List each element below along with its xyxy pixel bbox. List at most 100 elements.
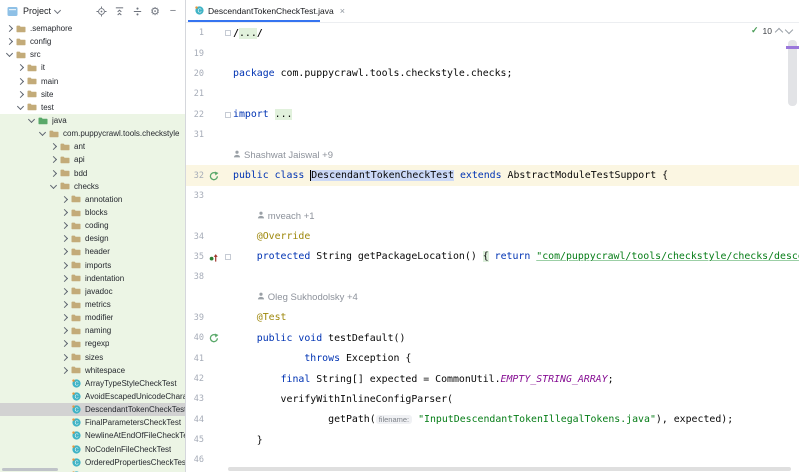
fold-marker-icon[interactable] [223,254,233,260]
code-text[interactable]: /.../ [233,28,263,39]
code-line-38[interactable]: 38 [186,267,799,287]
tree-item-header[interactable]: header [0,245,185,258]
code-vision-author-hint[interactable]: Shashwat Jaiswal +9 [186,145,799,165]
tree-chevron-right-icon[interactable] [15,79,26,84]
tree-chevron-right-icon[interactable] [59,289,70,294]
code-text[interactable]: @Override [233,231,310,242]
code-line-31[interactable]: 31 [186,125,799,145]
tree-item-blocks[interactable]: blocks [0,206,185,219]
code-text[interactable]: verifyWithInlineConfigParser( [233,394,453,405]
tree-chevron-right-icon[interactable] [59,355,70,360]
tree-item-design[interactable]: design [0,232,185,245]
tree-chevron-right-icon[interactable] [4,26,15,31]
code-line-35[interactable]: 35 protected String getPackageLocation()… [186,247,799,267]
code-text[interactable]: final String[] expected = CommonUtil.EMP… [233,374,614,385]
tree-item-sizes[interactable]: sizes [0,351,185,364]
settings-gear-icon[interactable]: ⚙ [148,4,162,18]
tree-item-naming[interactable]: naming [0,324,185,337]
tree-chevron-right-icon[interactable] [59,210,70,215]
tree-chevron-right-icon[interactable] [59,328,70,333]
tree-item-regexp[interactable]: regexp [0,337,185,350]
tree-item-ant[interactable]: ant [0,140,185,153]
project-panel-title[interactable]: Project [23,6,51,16]
tree-item-whitespace[interactable]: whitespace [0,364,185,377]
tree-chevron-right-icon[interactable] [48,171,59,176]
code-line-41[interactable]: 41 throws Exception { [186,349,799,369]
tree-chevron-right-icon[interactable] [59,197,70,202]
expand-collapse-icon[interactable] [130,4,144,18]
fold-marker-icon[interactable] [223,112,233,118]
author-hint[interactable]: Shashwat Jaiswal +9 [186,150,333,161]
code-line-32[interactable]: 32public class DescendantTokenCheckTest … [186,165,799,185]
author-hint[interactable]: Oleg Sukhodolsky +4 [186,292,358,303]
tree-item-metrics[interactable]: metrics [0,298,185,311]
error-stripe-mark[interactable] [786,46,799,49]
tree-chevron-down-icon[interactable] [4,53,15,56]
tree-chevron-down-icon[interactable] [26,119,37,122]
editor-tab[interactable]: C DescendantTokenCheckTest.java × [188,0,352,22]
code-line-34[interactable]: 34 @Override [186,226,799,246]
tree-chevron-right-icon[interactable] [59,263,70,268]
code-line-39[interactable]: 39 @Test [186,308,799,328]
inspections-widget[interactable]: ✓ 10 [751,25,792,36]
tree-item-imports[interactable]: imports [0,259,185,272]
code-text[interactable]: public class DescendantTokenCheckTest ex… [233,170,668,181]
code-vision-author-hint[interactable]: mveach +1 [186,206,799,226]
code-view[interactable]: 1/.../1920package com.puppycrawl.tools.c… [186,23,799,472]
run-test-icon[interactable] [204,333,223,343]
tree-chevron-right-icon[interactable] [48,144,59,149]
code-line-42[interactable]: 42 final String[] expected = CommonUtil.… [186,369,799,389]
code-line-45[interactable]: 45 } [186,430,799,450]
prev-problem-chevron-icon[interactable] [775,28,783,36]
code-text[interactable]: package com.puppycrawl.tools.checkstyle.… [233,68,512,79]
code-line-20[interactable]: 20package com.puppycrawl.tools.checkstyl… [186,64,799,84]
tree-chevron-right-icon[interactable] [59,315,70,320]
tree-item-NoCodeInFileCheckTest[interactable]: CNoCodeInFileCheckTest [0,443,185,456]
editor-vertical-scrollbar[interactable] [788,40,797,106]
tree-item-main[interactable]: main [0,75,185,88]
tree-item-bdd[interactable]: bdd [0,167,185,180]
tab-close-icon[interactable]: × [340,6,345,16]
tree-item-NewlineAtEndOfFileCheckTest[interactable]: CNewlineAtEndOfFileCheckTest [0,429,185,442]
tree-chevron-right-icon[interactable] [59,368,70,373]
tree-item-src[interactable]: src [0,48,185,61]
tree-item-javadoc[interactable]: javadoc [0,285,185,298]
tree-item-ArrayTypeStyleCheckTest[interactable]: CArrayTypeStyleCheckTest [0,377,185,390]
tree-item-api[interactable]: api [0,153,185,166]
tree-chevron-right-icon[interactable] [59,341,70,346]
code-line-43[interactable]: 43 verifyWithInlineConfigParser( [186,389,799,409]
tree-item-AvoidEscapedUnicodeCharactersChe[interactable]: CAvoidEscapedUnicodeCharactersChe [0,390,185,403]
tree-horizontal-scrollbar[interactable] [2,468,58,471]
tree-item-site[interactable]: site [0,88,185,101]
code-text[interactable]: } [233,435,263,446]
tree-item-java[interactable]: java [0,114,185,127]
tree-chevron-right-icon[interactable] [59,302,70,307]
tree-item-DescendantTokenCheckTest[interactable]: CDescendantTokenCheckTest [0,403,185,416]
tree-item-modifier[interactable]: modifier [0,311,185,324]
tree-chevron-right-icon[interactable] [48,157,59,162]
code-text[interactable]: throws Exception { [233,353,411,364]
tree-item-com.puppycrawl.tools.checkstyle[interactable]: com.puppycrawl.tools.checkstyle [0,127,185,140]
tree-chevron-down-icon[interactable] [48,185,59,188]
tree-chevron-right-icon[interactable] [59,276,70,281]
code-line-21[interactable]: 21 [186,84,799,104]
collapse-all-icon[interactable] [112,4,126,18]
code-vision-author-hint[interactable]: Oleg Sukhodolsky +4 [186,287,799,307]
tree-item-test[interactable]: test [0,101,185,114]
code-line-19[interactable]: 19 [186,43,799,63]
code-line-40[interactable]: 40 public void testDefault() [186,328,799,348]
code-line-44[interactable]: 44 getPath(filename: "InputDescendantTok… [186,410,799,430]
tree-item-.semaphore[interactable]: .semaphore [0,22,185,35]
tree-chevron-right-icon[interactable] [15,92,26,97]
hide-panel-icon[interactable]: − [166,4,180,18]
code-text[interactable]: public void testDefault() [233,333,405,344]
code-text[interactable]: import ... [233,109,292,120]
tree-chevron-right-icon[interactable] [4,39,15,44]
code-text[interactable]: @Test [233,312,287,323]
code-text[interactable]: protected String getPackageLocation() { … [233,251,799,262]
tree-item-it[interactable]: it [0,61,185,74]
run-test-icon[interactable] [204,171,223,181]
tree-chevron-right-icon[interactable] [59,223,70,228]
code-line-22[interactable]: 22import ... [186,104,799,124]
tree-item-indentation[interactable]: indentation [0,272,185,285]
